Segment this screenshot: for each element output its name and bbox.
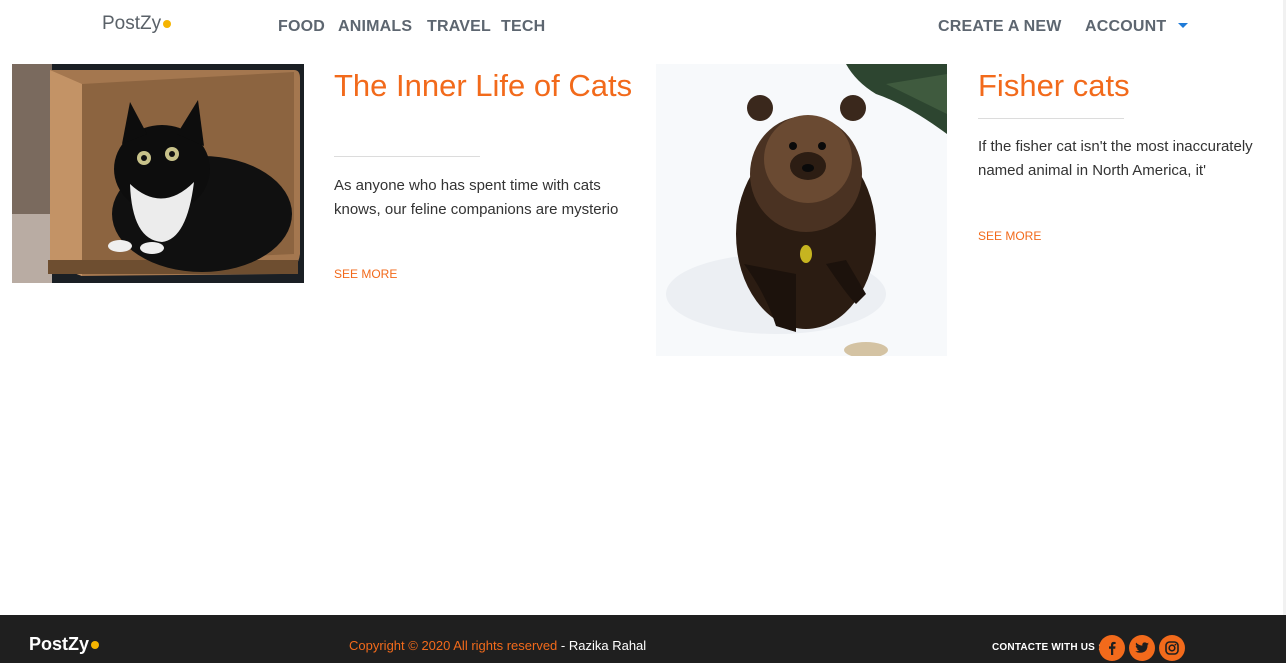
account-dropdown[interactable]: ACCOUNT <box>1085 18 1166 36</box>
brand-dot-icon <box>163 20 172 28</box>
footer-brand-name: PostZy <box>29 634 90 654</box>
chevron-down-icon[interactable] <box>1178 23 1188 28</box>
author-name: - Razika Rahal <box>560 638 647 653</box>
nav-tech[interactable]: TECH <box>501 18 545 36</box>
post-excerpt: As anyone who has spent time with cats k… <box>334 177 619 218</box>
brand-logo[interactable]: PostZy <box>102 13 172 35</box>
nav-animals[interactable]: ANIMALS <box>338 18 412 36</box>
copyright-text: Copyright © 2020 All rights reserved - R… <box>349 638 646 653</box>
post-divider <box>978 118 1124 119</box>
nav-travel[interactable]: TRAVEL <box>427 18 491 36</box>
post-title[interactable]: Fisher cats <box>978 66 1278 105</box>
footer-brand[interactable]: PostZy <box>29 634 100 655</box>
see-more-link[interactable]: SEE MORE <box>978 229 1041 243</box>
cat-image[interactable] <box>12 64 304 283</box>
post-divider <box>334 156 480 157</box>
brand-name: PostZy <box>102 13 162 34</box>
contact-label: CONTACTE WITH US : <box>992 642 1102 653</box>
see-more-link[interactable]: SEE MORE <box>334 267 397 281</box>
copyright-notice: Copyright © 2020 All rights reserved <box>349 638 558 653</box>
nav-food[interactable]: FOOD <box>278 18 325 36</box>
footer: PostZy Copyright © 2020 All rights reser… <box>0 615 1286 663</box>
navbar: PostZy FOOD ANIMALS TRAVEL TECH CREATE A… <box>0 0 1286 54</box>
facebook-icon[interactable] <box>1099 635 1125 661</box>
post-excerpt: If the fisher cat isn't the most inaccur… <box>978 138 1253 179</box>
instagram-icon[interactable] <box>1159 635 1185 661</box>
post-title[interactable]: The Inner Life of Cats <box>334 66 634 105</box>
fisher-image[interactable] <box>656 64 947 356</box>
twitter-icon[interactable] <box>1129 635 1155 661</box>
create-post-link[interactable]: CREATE A NEW <box>938 18 1062 36</box>
brand-dot-icon <box>91 641 100 649</box>
